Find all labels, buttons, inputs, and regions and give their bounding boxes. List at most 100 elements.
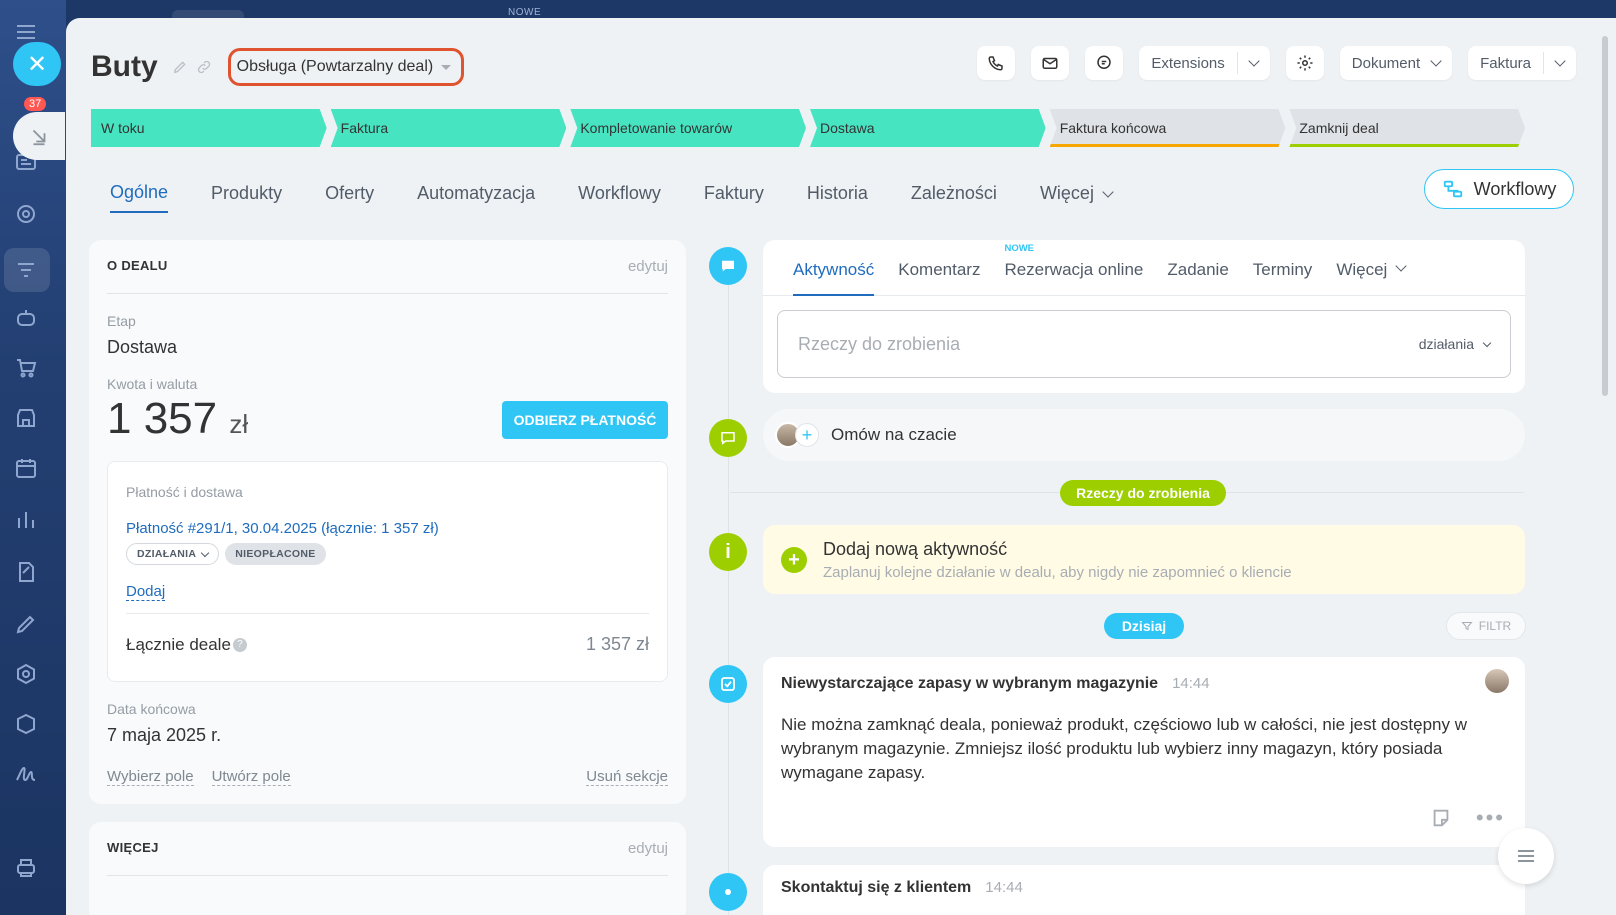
cart-icon[interactable] <box>14 356 38 380</box>
robot-icon[interactable] <box>14 306 38 330</box>
total-deals-label: Łącznie deale <box>126 634 231 654</box>
chevron-down-icon <box>201 548 210 557</box>
extensions-dropdown[interactable]: Extensions <box>1139 46 1270 80</box>
deal-panel: Buty Obsługa (Powtarzalny deal) Extensio… <box>66 18 1616 915</box>
chevron-down-icon <box>1430 55 1442 67</box>
event-title: Niewystarczające zapasy w wybranym magaz… <box>781 675 1159 692</box>
deal-category-selector[interactable]: Obsługa (Powtarzalny deal) <box>227 48 465 86</box>
add-payment-link[interactable]: Dodaj <box>126 583 166 601</box>
deal-header: Buty Obsługa (Powtarzalny deal) <box>91 48 465 86</box>
signature-icon[interactable] <box>14 762 38 786</box>
help-icon[interactable]: ? <box>232 637 247 652</box>
stage-in-progress[interactable]: W toku <box>91 109 327 147</box>
more-dots-icon[interactable]: ••• <box>1476 807 1505 829</box>
call-button[interactable] <box>977 46 1016 80</box>
chat-dot <box>709 419 747 457</box>
tab-dependencies[interactable]: Zależności <box>911 178 997 213</box>
document-dropdown[interactable]: Dokument <box>1339 46 1453 80</box>
pen-icon[interactable] <box>14 612 38 636</box>
plus-icon[interactable]: + <box>795 423 819 447</box>
email-button[interactable] <box>1031 46 1070 80</box>
document-edit-icon[interactable] <box>14 560 38 584</box>
funnel-icon[interactable] <box>14 258 38 282</box>
add-activity-subtitle: Zaplanuj kolejne działanie w dealu, aby … <box>823 564 1292 581</box>
tab-invoices[interactable]: Faktury <box>704 178 764 213</box>
event-title: Skontaktuj się z klientem <box>781 879 972 896</box>
analytics-icon[interactable] <box>14 508 38 532</box>
payment-actions-pill[interactable]: DZIAŁANIA <box>126 543 220 565</box>
discuss-in-chat[interactable]: + Omów na czacie <box>763 409 1525 461</box>
phone-icon <box>725 889 731 895</box>
settings-button[interactable] <box>1285 46 1324 80</box>
comment-icon <box>722 260 734 272</box>
cube-icon[interactable] <box>14 712 38 736</box>
tab-workflows[interactable]: Workflowy <box>578 178 661 213</box>
stage-invoice[interactable]: Faktura <box>331 109 567 147</box>
stage-close-deal[interactable]: Zamknij deal <box>1289 109 1525 147</box>
tab-task[interactable]: Zadanie <box>1167 260 1228 295</box>
payment-link[interactable]: Płatność #291/1, 30.04.2025 (łącznie: 1 … <box>126 520 649 537</box>
stage-value: Dostawa <box>107 337 178 357</box>
tab-activity-more[interactable]: Więcej <box>1336 260 1407 295</box>
stage-label: Etap <box>107 313 136 329</box>
today-badge: Dzisiaj <box>1104 613 1184 639</box>
create-field-link[interactable]: Utwórz pole <box>211 768 291 786</box>
note-icon[interactable] <box>1430 807 1452 829</box>
stage-delivery[interactable]: Dostawa <box>810 109 1046 147</box>
phone-icon <box>988 56 1004 71</box>
calendar-icon[interactable] <box>14 456 38 480</box>
about-edit-link[interactable]: edytuj <box>628 258 668 275</box>
activity-dot <box>709 247 747 285</box>
chat-button[interactable] <box>1085 46 1124 80</box>
link-icon[interactable] <box>196 59 212 75</box>
tab-online-booking[interactable]: NOWE Rezerwacja online <box>1004 243 1143 295</box>
filter-button[interactable]: FILTR <box>1446 612 1526 640</box>
delete-section-link[interactable]: Usuń sekcje <box>586 768 668 786</box>
total-deals-value: 1 357 zł <box>585 634 649 654</box>
tab-general[interactable]: Ogólne <box>110 178 169 213</box>
amount-label: Kwota i waluta <box>107 376 198 392</box>
tab-offers[interactable]: Oferty <box>325 178 374 213</box>
close-slider-button[interactable]: ✕ <box>13 42 61 86</box>
about-deal-heading: O DEALU <box>107 258 168 273</box>
more-edit-link[interactable]: edytuj <box>628 840 668 857</box>
todo-input[interactable]: Rzeczy do zrobienia działania <box>777 310 1511 378</box>
more-heading: WIĘCEJ <box>107 840 159 855</box>
receive-payment-button[interactable]: ODBIERZ PŁATNOŚĆ <box>502 401 668 439</box>
tab-activity[interactable]: Aktywność <box>793 260 875 296</box>
minimize-slider-button[interactable] <box>13 112 65 160</box>
info-dot: i <box>709 533 747 571</box>
chevron-down-icon <box>1482 338 1492 347</box>
scrollbar[interactable] <box>1602 36 1608 396</box>
printer-icon[interactable] <box>14 856 38 880</box>
tab-more[interactable]: Więcej <box>1040 178 1114 213</box>
tab-history[interactable]: Historia <box>807 178 868 213</box>
tab-deadlines[interactable]: Terminy <box>1253 260 1313 295</box>
edit-pencil-icon[interactable] <box>172 59 188 75</box>
invoice-dropdown[interactable]: Faktura <box>1468 46 1576 80</box>
tab-comment[interactable]: Komentarz <box>898 260 980 295</box>
envelope-icon <box>1042 57 1058 69</box>
chevron-down-icon <box>1395 260 1407 272</box>
event-time: 14:44 <box>1172 675 1210 692</box>
tab-automation[interactable]: Automatyzacja <box>417 178 535 213</box>
call-dot <box>709 873 747 911</box>
stage-final-invoice[interactable]: Faktura końcowa <box>1050 109 1286 147</box>
list-toggle-button[interactable] <box>1498 828 1554 884</box>
stage-picking[interactable]: Kompletowanie towarów <box>570 109 806 147</box>
deal-category-label: Obsługa (Powtarzalny deal) <box>236 58 434 75</box>
menu-icon[interactable] <box>14 20 38 44</box>
top-strip-new-label: NOWE <box>508 7 542 18</box>
select-field-link[interactable]: Wybierz pole <box>107 768 194 786</box>
extensions-label: Extensions <box>1151 54 1225 72</box>
add-activity-card[interactable]: + Dodaj nową aktywność Zaplanuj kolejne … <box>763 525 1525 594</box>
hexagon-icon[interactable] <box>14 662 38 686</box>
target-icon[interactable] <box>14 202 38 226</box>
tab-products[interactable]: Produkty <box>211 178 282 213</box>
todo-actions-dropdown[interactable]: działania <box>1419 336 1492 352</box>
notification-badge: 37 <box>24 97 47 111</box>
store-icon[interactable] <box>14 406 38 430</box>
workflows-button[interactable]: Workflowy <box>1424 169 1574 209</box>
activity-composer: Aktywność Komentarz NOWE Rezerwacja onli… <box>763 240 1525 393</box>
payment-delivery-title: Płatność i dostawa <box>126 484 243 500</box>
